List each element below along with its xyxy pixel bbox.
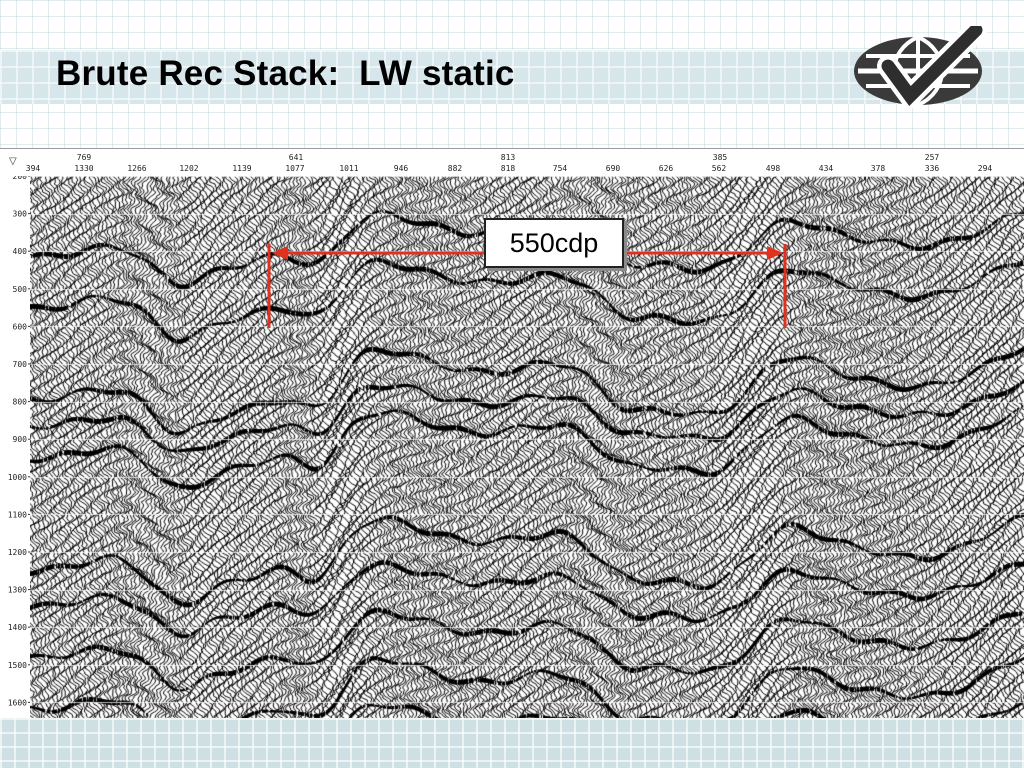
time-axis-label: 300 xyxy=(13,210,28,219)
time-axis-label: 1300 xyxy=(8,586,27,595)
time-axis-label: 700 xyxy=(13,360,28,369)
time-axis: 200 300 400 500 600 700 800 900 1000 1100 1200 1300… xyxy=(0,176,30,719)
trace-bottom-label: 1330 xyxy=(74,164,93,173)
trace-header: ▽ 769 641 813 385 257 394 1330 1266 1202 1139 1077… xyxy=(0,149,1024,177)
time-axis-label: 1100 xyxy=(8,510,27,519)
trace-bottom-label: 562 xyxy=(712,164,727,173)
time-axis-label: 1500 xyxy=(8,661,27,670)
trace-bottom-label: 1202 xyxy=(179,164,198,173)
trace-bottom-label: 434 xyxy=(819,164,834,173)
time-axis-labels: 200 300 400 500 600 700 800 900 1000 1100 1200 1300… xyxy=(8,176,30,707)
trace-bottom-label: 946 xyxy=(394,164,409,173)
trace-bottom-label: 336 xyxy=(925,164,940,173)
trace-bottom-label: 1011 xyxy=(339,164,358,173)
trace-bottom-label: 1077 xyxy=(285,164,304,173)
trace-top-label: 257 xyxy=(925,153,940,162)
time-axis-label: 1200 xyxy=(8,548,27,557)
trace-top-label: 813 xyxy=(501,153,516,162)
trace-bottom-label: 882 xyxy=(448,164,463,173)
trace-top-label: 385 xyxy=(713,153,728,162)
time-axis-label: 1000 xyxy=(8,473,27,482)
globe-checkmark-icon xyxy=(854,26,987,108)
trace-bottom-label: 294 xyxy=(978,164,993,173)
trace-top-label: 769 xyxy=(77,153,92,162)
time-axis-label: 1400 xyxy=(8,623,27,632)
time-axis-label: 800 xyxy=(13,398,28,407)
footer-band xyxy=(0,718,1024,768)
slide-title: Brute Rec Stack: LW static xyxy=(56,54,515,93)
trace-bottom-label: 1139 xyxy=(232,164,251,173)
time-axis-label: 600 xyxy=(13,322,28,331)
time-axis-label: 200 xyxy=(13,176,28,181)
trace-bottom-label: 754 xyxy=(553,164,568,173)
cdp-callout-label: 550cdp xyxy=(509,227,599,258)
trace-bottom-label: 690 xyxy=(606,164,621,173)
trace-bottom-label: 818 xyxy=(501,164,516,173)
time-axis-label: 500 xyxy=(13,285,28,294)
trace-bottom-label: 626 xyxy=(659,164,674,173)
trace-top-label: 641 xyxy=(289,153,304,162)
trace-bottom-label: 498 xyxy=(766,164,781,173)
trace-bottom-label: 1266 xyxy=(127,164,146,173)
cdp-callout-box: 550cdp xyxy=(484,218,624,268)
time-axis-label: 400 xyxy=(13,247,28,256)
trace-bottom-label: 394 xyxy=(26,164,41,173)
time-axis-label: 1600 xyxy=(8,698,27,707)
time-axis-label: 900 xyxy=(13,435,28,444)
trace-bottom-label: 378 xyxy=(871,164,886,173)
trace-label-axis: 769 641 813 385 257 394 1330 1266 1202 1139 1077 10… xyxy=(26,153,993,173)
